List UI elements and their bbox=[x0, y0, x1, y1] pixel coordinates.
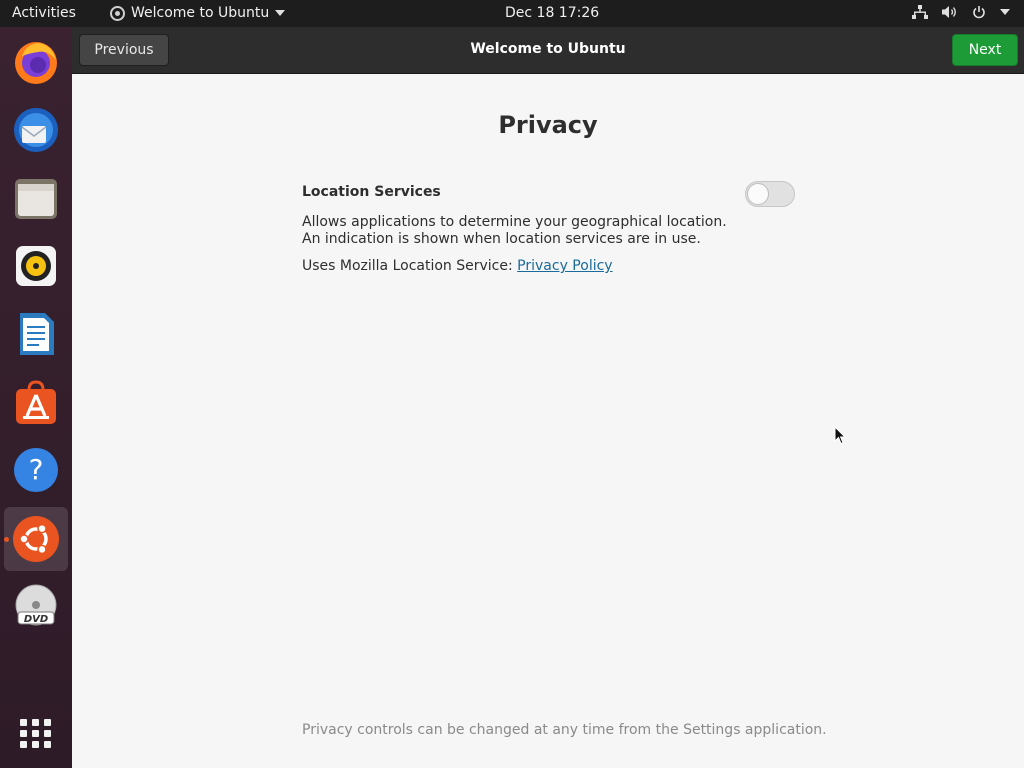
network-icon bbox=[912, 5, 928, 19]
app-grid-icon bbox=[20, 718, 52, 748]
header-bar: Previous Welcome to Ubuntu Next bbox=[72, 27, 1024, 74]
location-services-description: Allows applications to determine your ge… bbox=[302, 214, 727, 247]
location-services-section: Location Services Allows applications to… bbox=[302, 180, 795, 274]
svg-text:DVD: DVD bbox=[24, 614, 48, 625]
location-services-label: Location Services bbox=[302, 184, 441, 200]
system-status-area[interactable] bbox=[912, 5, 1010, 19]
thunderbird-icon bbox=[14, 108, 58, 152]
welcome-window: Previous Welcome to Ubuntu Next Privacy … bbox=[72, 27, 1024, 768]
dock-ubuntu-welcome[interactable] bbox=[4, 507, 68, 571]
footer-note: Privacy controls can be changed at any t… bbox=[302, 722, 827, 738]
toggle-knob bbox=[747, 183, 769, 205]
page-content: Privacy Location Services Allows applica… bbox=[72, 74, 1024, 768]
running-indicator bbox=[4, 537, 9, 542]
dock-thunderbird[interactable] bbox=[4, 98, 68, 162]
firefox-icon bbox=[15, 42, 57, 84]
dock-rhythmbox[interactable] bbox=[4, 234, 68, 298]
power-icon bbox=[973, 6, 985, 19]
software-icon bbox=[16, 380, 56, 424]
dock-show-applications[interactable] bbox=[4, 701, 68, 765]
app-menu-gear-icon bbox=[110, 5, 125, 21]
dvd-icon: DVD bbox=[15, 584, 57, 626]
dock-ubuntu-software[interactable] bbox=[4, 370, 68, 434]
policy-prefix: Uses Mozilla Location Service: bbox=[302, 258, 518, 274]
chevron-down-icon bbox=[275, 10, 286, 16]
writer-icon bbox=[20, 313, 54, 355]
dock-dvd[interactable]: DVD bbox=[4, 575, 68, 639]
window-title: Welcome to Ubuntu bbox=[470, 41, 626, 57]
rhythmbox-icon bbox=[16, 246, 56, 286]
dock-firefox[interactable] bbox=[4, 30, 68, 94]
files-icon bbox=[15, 179, 57, 219]
mouse-cursor-icon bbox=[834, 426, 846, 445]
top-bar: Activities Welcome to Ubuntu Dec 18 17:2… bbox=[0, 0, 1024, 27]
policy-line: Uses Mozilla Location Service: Privacy P… bbox=[302, 258, 795, 274]
dock-libreoffice-writer[interactable] bbox=[4, 302, 68, 366]
privacy-policy-link[interactable]: Privacy Policy bbox=[517, 258, 612, 274]
help-icon: ? bbox=[14, 448, 58, 492]
dock-files[interactable] bbox=[4, 166, 68, 230]
activities-button[interactable]: Activities bbox=[12, 5, 76, 21]
dock: ? DVD bbox=[0, 27, 72, 768]
app-menu[interactable]: Welcome to Ubuntu bbox=[110, 5, 286, 21]
next-button[interactable]: Next bbox=[952, 34, 1018, 66]
chevron-down-icon bbox=[1000, 9, 1010, 15]
location-services-toggle[interactable] bbox=[745, 181, 795, 207]
app-menu-label: Welcome to Ubuntu bbox=[131, 5, 270, 21]
svg-text:?: ? bbox=[29, 453, 44, 486]
page-title: Privacy bbox=[498, 111, 598, 139]
volume-icon bbox=[942, 6, 956, 18]
clock[interactable]: Dec 18 17:26 bbox=[505, 5, 599, 21]
ubuntu-icon bbox=[13, 516, 59, 562]
dock-help[interactable]: ? bbox=[4, 438, 68, 502]
